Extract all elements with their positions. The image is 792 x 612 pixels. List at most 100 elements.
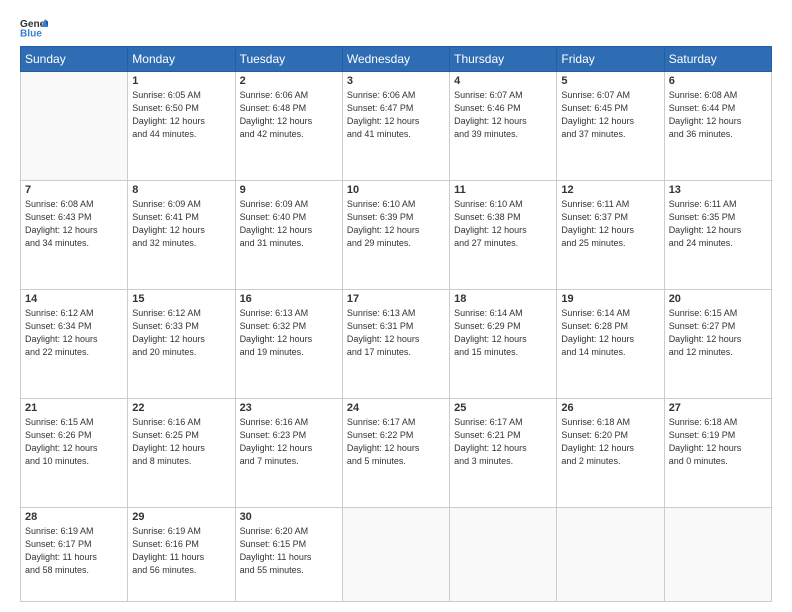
day-number: 4 — [454, 75, 552, 87]
logo: General Blue — [20, 16, 52, 38]
calendar-cell: 28 Sunrise: 6:19 AM Sunset: 6:17 PM Dayli… — [21, 508, 128, 602]
calendar-cell: 7 Sunrise: 6:08 AM Sunset: 6:43 PM Daylig… — [21, 181, 128, 290]
calendar-cell: 19 Sunrise: 6:14 AM Sunset: 6:28 PM Dayli… — [557, 290, 664, 399]
calendar-week-1: 7 Sunrise: 6:08 AM Sunset: 6:43 PM Daylig… — [21, 181, 772, 290]
day-info: Sunrise: 6:08 AM Sunset: 6:43 PM Dayligh… — [25, 198, 123, 250]
weekday-friday: Friday — [557, 47, 664, 72]
calendar-cell: 30Sunrise: 6:20 AM Sunset: 6:15 PM Dayli… — [235, 508, 342, 602]
day-info: Sunrise: 6:17 AM Sunset: 6:22 PM Dayligh… — [347, 416, 445, 468]
weekday-tuesday: Tuesday — [235, 47, 342, 72]
day-info: Sunrise: 6:18 AM Sunset: 6:19 PM Dayligh… — [669, 416, 767, 468]
calendar-cell — [450, 508, 557, 602]
calendar-cell: 22 Sunrise: 6:16 AM Sunset: 6:25 PM Dayli… — [128, 399, 235, 508]
day-number: 5 — [561, 75, 659, 87]
day-info: Sunrise: 6:07 AM Sunset: 6:45 PM Dayligh… — [561, 89, 659, 141]
day-info: Sunrise: 6:14 AM Sunset: 6:28 PM Dayligh… — [561, 307, 659, 359]
day-info: Sunrise: 6:14 AM Sunset: 6:29 PM Dayligh… — [454, 307, 552, 359]
day-number: 21 — [25, 402, 123, 414]
day-number: 1 — [132, 75, 230, 87]
day-info: Sunrise: 6:05 AM Sunset: 6:50 PM Dayligh… — [132, 89, 230, 141]
day-info: Sunrise: 6:08 AM Sunset: 6:44 PM Dayligh… — [669, 89, 767, 141]
day-info: Sunrise: 6:09 AM Sunset: 6:40 PM Dayligh… — [240, 198, 338, 250]
calendar-cell: 20 Sunrise: 6:15 AM Sunset: 6:27 PM Dayli… — [664, 290, 771, 399]
day-number: 6 — [669, 75, 767, 87]
day-number: 15 — [132, 293, 230, 305]
day-info: Sunrise: 6:07 AM Sunset: 6:46 PM Dayligh… — [454, 89, 552, 141]
calendar-cell: 26 Sunrise: 6:18 AM Sunset: 6:20 PM Dayli… — [557, 399, 664, 508]
calendar-cell: 25Sunrise: 6:17 AM Sunset: 6:21 PM Dayli… — [450, 399, 557, 508]
calendar-cell: 8 Sunrise: 6:09 AM Sunset: 6:41 PM Daylig… — [128, 181, 235, 290]
day-number: 7 — [25, 184, 123, 196]
calendar-cell: 12Sunrise: 6:11 AM Sunset: 6:37 PM Dayli… — [557, 181, 664, 290]
calendar-week-0: 1 Sunrise: 6:05 AM Sunset: 6:50 PM Daylig… — [21, 72, 772, 181]
day-info: Sunrise: 6:06 AM Sunset: 6:47 PM Dayligh… — [347, 89, 445, 141]
day-number: 14 — [25, 293, 123, 305]
day-number: 18 — [454, 293, 552, 305]
calendar-cell: 5 Sunrise: 6:07 AM Sunset: 6:45 PM Daylig… — [557, 72, 664, 181]
day-info: Sunrise: 6:13 AM Sunset: 6:31 PM Dayligh… — [347, 307, 445, 359]
day-number: 19 — [561, 293, 659, 305]
calendar-cell: 23 Sunrise: 6:16 AM Sunset: 6:23 PM Dayli… — [235, 399, 342, 508]
day-number: 16 — [240, 293, 338, 305]
day-info: Sunrise: 6:09 AM Sunset: 6:41 PM Dayligh… — [132, 198, 230, 250]
calendar-cell: 16 Sunrise: 6:13 AM Sunset: 6:32 PM Dayli… — [235, 290, 342, 399]
calendar-week-2: 14 Sunrise: 6:12 AM Sunset: 6:34 PM Dayli… — [21, 290, 772, 399]
calendar-cell: 4 Sunrise: 6:07 AM Sunset: 6:46 PM Daylig… — [450, 72, 557, 181]
calendar-week-4: 28 Sunrise: 6:19 AM Sunset: 6:17 PM Dayli… — [21, 508, 772, 602]
day-number: 23 — [240, 402, 338, 414]
weekday-sunday: Sunday — [21, 47, 128, 72]
svg-text:Blue: Blue — [20, 28, 42, 38]
day-info: Sunrise: 6:06 AM Sunset: 6:48 PM Dayligh… — [240, 89, 338, 141]
day-info: Sunrise: 6:15 AM Sunset: 6:27 PM Dayligh… — [669, 307, 767, 359]
day-info: Sunrise: 6:15 AM Sunset: 6:26 PM Dayligh… — [25, 416, 123, 468]
calendar-cell: 18 Sunrise: 6:14 AM Sunset: 6:29 PM Dayli… — [450, 290, 557, 399]
day-number: 28 — [25, 511, 123, 523]
calendar-cell: 2 Sunrise: 6:06 AM Sunset: 6:48 PM Daylig… — [235, 72, 342, 181]
day-info: Sunrise: 6:11 AM Sunset: 6:35 PM Dayligh… — [669, 198, 767, 250]
day-info: Sunrise: 6:16 AM Sunset: 6:23 PM Dayligh… — [240, 416, 338, 468]
day-number: 25 — [454, 402, 552, 414]
calendar-cell: 21 Sunrise: 6:15 AM Sunset: 6:26 PM Dayli… — [21, 399, 128, 508]
day-number: 13 — [669, 184, 767, 196]
day-number: 8 — [132, 184, 230, 196]
calendar-table: SundayMondayTuesdayWednesdayThursdayFrid… — [20, 46, 772, 602]
header: General Blue — [20, 16, 772, 38]
calendar-cell: 6 Sunrise: 6:08 AM Sunset: 6:44 PM Daylig… — [664, 72, 771, 181]
day-number: 24 — [347, 402, 445, 414]
calendar-cell: 17 Sunrise: 6:13 AM Sunset: 6:31 PM Dayli… — [342, 290, 449, 399]
calendar-cell: 1 Sunrise: 6:05 AM Sunset: 6:50 PM Daylig… — [128, 72, 235, 181]
day-number: 22 — [132, 402, 230, 414]
day-info: Sunrise: 6:12 AM Sunset: 6:34 PM Dayligh… — [25, 307, 123, 359]
calendar-cell: 3 Sunrise: 6:06 AM Sunset: 6:47 PM Daylig… — [342, 72, 449, 181]
day-info: Sunrise: 6:19 AM Sunset: 6:17 PM Dayligh… — [25, 525, 123, 577]
weekday-wednesday: Wednesday — [342, 47, 449, 72]
day-info: Sunrise: 6:11 AM Sunset: 6:37 PM Dayligh… — [561, 198, 659, 250]
day-info: Sunrise: 6:18 AM Sunset: 6:20 PM Dayligh… — [561, 416, 659, 468]
calendar-cell: 27 Sunrise: 6:18 AM Sunset: 6:19 PM Dayli… — [664, 399, 771, 508]
calendar-cell — [557, 508, 664, 602]
day-number: 29 — [132, 511, 230, 523]
day-number: 10 — [347, 184, 445, 196]
day-info: Sunrise: 6:10 AM Sunset: 6:39 PM Dayligh… — [347, 198, 445, 250]
day-number: 17 — [347, 293, 445, 305]
calendar-cell: 13 Sunrise: 6:11 AM Sunset: 6:35 PM Dayli… — [664, 181, 771, 290]
day-info: Sunrise: 6:19 AM Sunset: 6:16 PM Dayligh… — [132, 525, 230, 577]
day-info: Sunrise: 6:16 AM Sunset: 6:25 PM Dayligh… — [132, 416, 230, 468]
day-info: Sunrise: 6:10 AM Sunset: 6:38 PM Dayligh… — [454, 198, 552, 250]
calendar-week-3: 21 Sunrise: 6:15 AM Sunset: 6:26 PM Dayli… — [21, 399, 772, 508]
day-number: 3 — [347, 75, 445, 87]
calendar-cell: 11Sunrise: 6:10 AM Sunset: 6:38 PM Dayli… — [450, 181, 557, 290]
weekday-monday: Monday — [128, 47, 235, 72]
calendar-cell: 15Sunrise: 6:12 AM Sunset: 6:33 PM Dayli… — [128, 290, 235, 399]
day-number: 27 — [669, 402, 767, 414]
calendar-cell: 9Sunrise: 6:09 AM Sunset: 6:40 PM Daylig… — [235, 181, 342, 290]
page: General Blue SundayMondayTuesdayWednesda… — [0, 0, 792, 612]
day-number: 20 — [669, 293, 767, 305]
calendar-cell — [21, 72, 128, 181]
day-number: 2 — [240, 75, 338, 87]
day-info: Sunrise: 6:13 AM Sunset: 6:32 PM Dayligh… — [240, 307, 338, 359]
calendar-cell: 14 Sunrise: 6:12 AM Sunset: 6:34 PM Dayli… — [21, 290, 128, 399]
logo-icon: General Blue — [20, 16, 48, 38]
day-info: Sunrise: 6:20 AM Sunset: 6:15 PM Dayligh… — [240, 525, 338, 577]
day-number: 26 — [561, 402, 659, 414]
